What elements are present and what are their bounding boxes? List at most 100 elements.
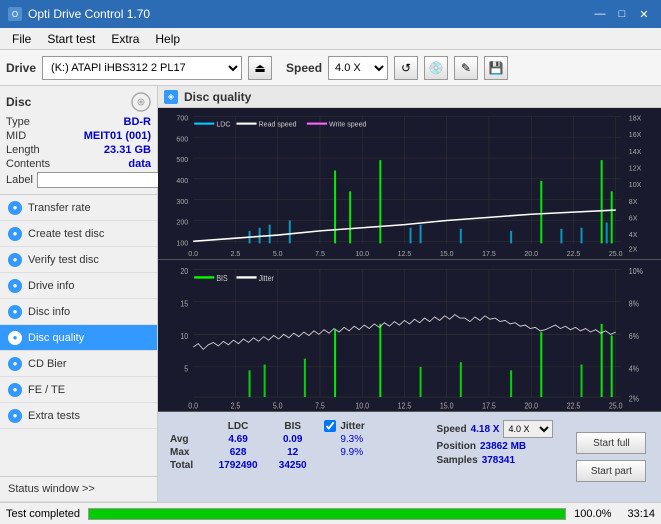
- svg-text:4X: 4X: [629, 231, 638, 239]
- stats-max-bis: 12: [269, 446, 316, 459]
- nav-verify-test-disc[interactable]: ● Verify test disc: [0, 247, 157, 273]
- svg-text:15.0: 15.0: [440, 250, 454, 258]
- svg-text:16X: 16X: [629, 131, 642, 139]
- disc-section: Disc Type BD-R MID MEIT01 (001) Length: [0, 86, 157, 195]
- svg-text:5.0: 5.0: [273, 250, 283, 258]
- charts-area: 700 600 500 400 300 200 100 18X 16X 14X …: [158, 108, 661, 502]
- svg-text:10: 10: [180, 332, 188, 342]
- svg-text:200: 200: [176, 219, 188, 227]
- maximize-button[interactable]: □: [613, 5, 631, 23]
- status-text: Test completed: [6, 508, 80, 520]
- disc-mid-value: MEIT01 (001): [84, 130, 151, 142]
- label-input[interactable]: [37, 172, 171, 188]
- nav-label-disc-info: Disc info: [28, 306, 70, 318]
- progress-bar-fill: [89, 509, 565, 519]
- menu-extra[interactable]: Extra: [103, 30, 147, 48]
- svg-text:18X: 18X: [629, 114, 642, 122]
- svg-text:25.0: 25.0: [609, 401, 623, 411]
- svg-text:6X: 6X: [629, 214, 638, 222]
- nav-icon-disc-info: ●: [8, 305, 22, 319]
- svg-text:25.0: 25.0: [609, 250, 623, 258]
- nav-icon-verify: ●: [8, 253, 22, 267]
- refresh-button[interactable]: ↺: [394, 56, 418, 80]
- svg-text:Jitter: Jitter: [259, 273, 275, 283]
- panel-title: Disc quality: [184, 90, 251, 104]
- speed-dropdown[interactable]: 4.0 X2.0 X8.0 X: [503, 420, 553, 438]
- disc-mid-label: MID: [6, 130, 26, 142]
- nav-label-drive: Drive info: [28, 280, 74, 292]
- nav-disc-info[interactable]: ● Disc info: [0, 299, 157, 325]
- jitter-avg: 9.3%: [324, 434, 424, 445]
- elapsed-time: 33:14: [627, 508, 655, 520]
- disc-length-value: 23.31 GB: [104, 144, 151, 156]
- nav-status-window[interactable]: Status window >>: [0, 476, 157, 502]
- eject-button[interactable]: ⏏: [248, 56, 272, 80]
- svg-text:17.5: 17.5: [482, 250, 496, 258]
- stats-total-bis: 34250: [269, 459, 316, 472]
- nav-label-status: Status window >>: [8, 483, 95, 495]
- svg-text:10.0: 10.0: [355, 401, 369, 411]
- jitter-checkbox[interactable]: [324, 420, 336, 432]
- nav-disc-quality[interactable]: ● Disc quality: [0, 325, 157, 351]
- svg-text:Write speed: Write speed: [329, 121, 366, 129]
- svg-text:300: 300: [176, 198, 188, 206]
- start-full-button[interactable]: Start full: [576, 432, 646, 454]
- nav-create-test-disc[interactable]: ● Create test disc: [0, 221, 157, 247]
- stats-max-ldc: 628: [207, 446, 269, 459]
- svg-text:10X: 10X: [629, 181, 642, 189]
- svg-text:2%: 2%: [629, 394, 639, 404]
- svg-text:2.5: 2.5: [231, 250, 241, 258]
- stats-max-label: Max: [166, 446, 207, 459]
- close-button[interactable]: ✕: [635, 5, 653, 23]
- nav-label-cd-bier: CD Bier: [28, 358, 67, 370]
- nav-drive-info[interactable]: ● Drive info: [0, 273, 157, 299]
- stats-col-bis: BIS: [269, 420, 316, 433]
- nav-icon-fe-te: ●: [8, 383, 22, 397]
- ldc-chart: 700 600 500 400 300 200 100 18X 16X 14X …: [158, 108, 661, 260]
- disc-title: Disc: [6, 95, 31, 109]
- svg-text:8%: 8%: [629, 299, 639, 309]
- svg-text:20.0: 20.0: [524, 250, 538, 258]
- svg-text:12.5: 12.5: [398, 401, 412, 411]
- svg-text:0.0: 0.0: [188, 401, 198, 411]
- write-button[interactable]: ✎: [454, 56, 478, 80]
- disc-type-label: Type: [6, 116, 30, 128]
- svg-text:22.5: 22.5: [567, 250, 581, 258]
- drive-label: Drive: [6, 61, 36, 75]
- title-bar: O Opti Drive Control 1.70 — □ ✕: [0, 0, 661, 28]
- save-button[interactable]: 💾: [484, 56, 508, 80]
- speed-label-stat: Speed: [437, 424, 467, 435]
- nav-fe-te[interactable]: ● FE / TE: [0, 377, 157, 403]
- svg-text:6%: 6%: [629, 332, 639, 342]
- svg-text:12.5: 12.5: [398, 250, 412, 258]
- drive-select[interactable]: (K:) ATAPI iHBS312 2 PL17: [42, 56, 242, 80]
- jitter-label: Jitter: [340, 421, 364, 432]
- samples-label: Samples: [437, 455, 478, 466]
- nav-transfer-rate[interactable]: ● Transfer rate: [0, 195, 157, 221]
- menu-file[interactable]: File: [4, 30, 39, 48]
- nav-icon-create: ●: [8, 227, 22, 241]
- app-icon: O: [8, 7, 22, 21]
- app-title: Opti Drive Control 1.70: [28, 7, 150, 21]
- samples-value: 378341: [482, 455, 515, 466]
- speed-select[interactable]: 4.0 X 2.0 X 8.0 X: [328, 56, 388, 80]
- stats-total-label: Total: [166, 459, 207, 472]
- svg-text:BIS: BIS: [216, 273, 227, 283]
- disc-button[interactable]: 💿: [424, 56, 448, 80]
- nav-label-create: Create test disc: [28, 228, 104, 240]
- panel-icon: ◈: [164, 90, 178, 104]
- minimize-button[interactable]: —: [591, 5, 609, 23]
- start-part-button[interactable]: Start part: [576, 460, 646, 482]
- nav-label-fe-te: FE / TE: [28, 384, 65, 396]
- svg-text:15.0: 15.0: [440, 401, 454, 411]
- nav-cd-bier[interactable]: ● CD Bier: [0, 351, 157, 377]
- menu-help[interactable]: Help: [147, 30, 188, 48]
- svg-text:15: 15: [180, 299, 188, 309]
- nav-extra-tests[interactable]: ● Extra tests: [0, 403, 157, 429]
- menu-start-test[interactable]: Start test: [39, 30, 103, 48]
- svg-text:700: 700: [176, 114, 188, 122]
- nav-icon-drive: ●: [8, 279, 22, 293]
- svg-text:10.0: 10.0: [355, 250, 369, 258]
- svg-text:0.0: 0.0: [188, 250, 198, 258]
- svg-text:7.5: 7.5: [315, 250, 325, 258]
